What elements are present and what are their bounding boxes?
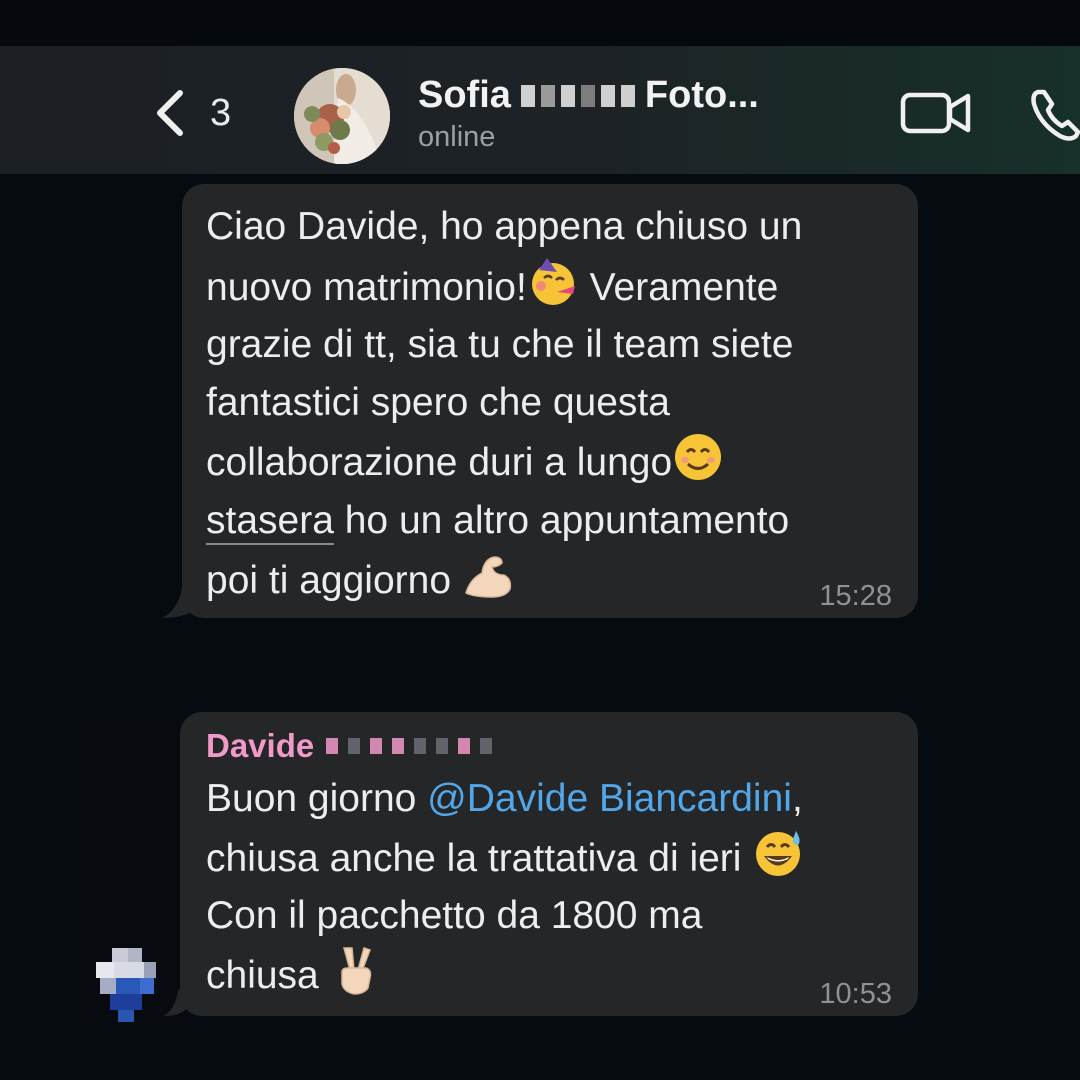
text-line: chiusa [206,944,892,1004]
sender-first-name: Davide [206,727,315,764]
text-line: fantastici spero che questa [206,380,670,424]
redacted-sender-surname [326,738,493,754]
text-fragment: poi ti aggiorno [206,559,462,602]
incoming-message[interactable]: Ciao Davide, ho appena chiuso un nuovo m… [182,184,918,618]
text-line: poi ti aggiorno [206,549,892,610]
detected-date-link[interactable]: stasera [206,499,334,542]
sender-avatar[interactable] [86,944,166,1024]
incoming-group-message[interactable]: Davide Buon giorno @Davide Biancardini, … [180,712,918,1016]
text-line: Buon giorno @Davide Biancardini, [206,770,892,827]
unread-count: 3 [210,91,232,134]
video-camera-icon[interactable] [900,90,972,136]
text-line: grazie di tt, sia tu che il team siete [206,323,794,366]
partying-face-emoji [531,257,575,305]
contact-name: Sofia Foto... [418,74,878,117]
message-time: 15:28 [819,580,892,612]
flexed-biceps-emoji [464,556,511,598]
text-line: chiusa anche la trattativa di ieri [206,827,892,887]
text-fragment: , [791,777,803,820]
contact-name-last: Foto... [644,74,759,116]
message-text: Buon giorno @Davide Biancardini, chiusa … [206,770,892,1004]
back-button[interactable]: 3 [150,88,231,138]
contact-name-first: Sofia [418,74,511,116]
status-bar-area [0,0,1080,46]
text-fragment: nuovo matrimonio! [206,265,527,309]
text-line: nuovo matrimonio! Veramente [206,256,892,317]
contact-avatar[interactable] [294,68,390,164]
text-line: collaborazione duri a lungo [206,431,892,492]
text-fragment: Veramente [578,265,779,309]
text-fragment: chiusa anche la trattativa di ieri [206,837,753,880]
text-fragment: collaborazione duri a lungo [206,441,673,484]
sender-name[interactable]: Davide [206,724,892,768]
text-fragment: ho un altro appuntamento [333,498,790,542]
contact-status: online [418,121,496,153]
grinning-sweat-emoji [756,831,801,876]
contact-info[interactable]: Sofia Foto... online [418,74,878,154]
avatar-photo [294,68,390,164]
text-fragment: chiusa [206,954,330,997]
victory-hand-emoji [340,947,371,995]
text-line: Ciao Davide, ho appena chiuso un [206,205,803,248]
mention-link[interactable]: @Davide Biancardini [427,777,792,820]
message-text: Ciao Davide, ho appena chiuso un nuovo m… [206,198,892,610]
redacted-surname [520,84,635,107]
smiling-face-emoji [675,434,722,480]
chevron-left-icon [157,90,183,136]
phone-icon[interactable] [1030,86,1080,142]
text-line: Con il pacchetto da 1800 ma [206,894,703,937]
chat-header: 3 Sofia Foto... online [0,46,1080,174]
text-line: stasera ho un altro appuntamento [206,492,892,550]
message-time: 10:53 [819,978,892,1010]
text-fragment: Buon giorno [206,777,428,820]
